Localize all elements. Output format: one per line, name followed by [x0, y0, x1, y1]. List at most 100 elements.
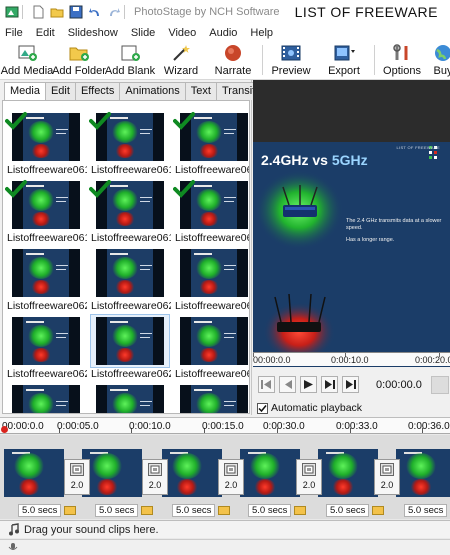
- music-note-icon: [9, 523, 19, 536]
- wizard-button[interactable]: Wizard: [160, 41, 202, 79]
- go-start-button[interactable]: [258, 376, 275, 393]
- media-item[interactable]: Listoffreeware061...: [5, 111, 87, 179]
- media-filename: Listoffreeware061...: [175, 232, 249, 244]
- menu-file[interactable]: File: [5, 27, 23, 39]
- menu-slideshow[interactable]: Slideshow: [68, 27, 118, 39]
- tab-media[interactable]: Media: [4, 82, 46, 101]
- narrate-button[interactable]: Narrate: [212, 41, 254, 79]
- media-item[interactable]: Listoffreeware061...: [5, 179, 87, 247]
- timeline-clip[interactable]: [4, 449, 64, 497]
- add-blank-button[interactable]: Add Blank: [105, 41, 155, 79]
- media-item[interactable]: Listoffreeware062...: [5, 315, 87, 383]
- timeline-clip[interactable]: [162, 449, 222, 497]
- media-item[interactable]: [5, 383, 87, 413]
- checkbox-box[interactable]: [257, 402, 268, 414]
- menu-help[interactable]: Help: [250, 27, 273, 39]
- new-file-icon[interactable]: [31, 5, 45, 19]
- buy-button[interactable]: Buy: [428, 41, 450, 79]
- media-thumbnail: [175, 383, 249, 413]
- media-item[interactable]: Listoffreeware062...: [89, 314, 171, 383]
- timeline-clip[interactable]: [318, 449, 378, 497]
- timeline-clip[interactable]: [396, 449, 450, 497]
- add-media-button[interactable]: Add Media: [1, 41, 53, 79]
- clip-duration[interactable]: 5.0 secs: [18, 504, 62, 517]
- tab-animations[interactable]: Animations: [119, 82, 186, 100]
- media-panel: Media Edit Effects Animations Text Trans…: [0, 80, 282, 415]
- media-item[interactable]: [89, 383, 171, 413]
- fullscreen-button[interactable]: [431, 376, 449, 394]
- transition-block[interactable]: 2.0: [218, 459, 244, 495]
- clip-duration[interactable]: 5.0 secs: [326, 504, 370, 517]
- timeline-ruler-label: 0:00:15.0: [202, 421, 244, 432]
- next-button[interactable]: [321, 376, 338, 393]
- previous-button[interactable]: [279, 376, 296, 393]
- preview-ruler[interactable]: 00:00:0.0 0:00:10.0 0:00:20.0: [253, 352, 450, 366]
- clip-duration[interactable]: 5.0 secs: [95, 504, 139, 517]
- media-thumbnail: [175, 315, 249, 367]
- clip-duration[interactable]: 5.0 secs: [172, 504, 216, 517]
- clip-settings-icon[interactable]: [372, 506, 384, 515]
- clip-duration[interactable]: 5.0 secs: [404, 504, 448, 517]
- preview-button[interactable]: Preview: [270, 41, 312, 79]
- playhead-marker[interactable]: [1, 426, 8, 433]
- preview-slide[interactable]: LIST OF FREEWARE 2.4GHz vs 5GHz The 2.4 …: [253, 142, 450, 376]
- toolbar-separator: [374, 45, 375, 75]
- options-button[interactable]: Options: [382, 41, 422, 79]
- transition-block[interactable]: 2.0: [142, 459, 168, 495]
- tab-effects[interactable]: Effects: [74, 82, 121, 100]
- menu-video[interactable]: Video: [168, 27, 196, 39]
- media-thumbnail: [7, 315, 85, 367]
- menu-slide[interactable]: Slide: [131, 27, 155, 39]
- media-item[interactable]: Listoffreeware061...: [89, 179, 171, 247]
- media-item[interactable]: Listoffreeware062...: [173, 315, 249, 383]
- automatic-playback-checkbox[interactable]: Automatic playback: [257, 402, 362, 414]
- clip-settings-icon[interactable]: [218, 506, 230, 515]
- media-item[interactable]: Listoffreeware061...: [173, 179, 249, 247]
- undo-icon[interactable]: [88, 5, 102, 19]
- timeline-clip[interactable]: [240, 449, 300, 497]
- timeline-clip[interactable]: [82, 449, 142, 497]
- add-folder-button[interactable]: Add Folder: [52, 41, 106, 79]
- app-icon: [5, 5, 19, 19]
- clip-settings-icon[interactable]: [141, 506, 153, 515]
- transition-block[interactable]: 2.0: [296, 459, 322, 495]
- menu-edit[interactable]: Edit: [36, 27, 55, 39]
- slide-content: LIST OF FREEWARE 2.4GHz vs 5GHz The 2.4 …: [253, 142, 450, 372]
- clip-duration[interactable]: 5.0 secs: [248, 504, 292, 517]
- audio-track[interactable]: Drag your sound clips here.: [0, 520, 450, 538]
- go-end-button[interactable]: [342, 376, 359, 393]
- tab-edit[interactable]: Edit: [44, 82, 76, 100]
- redo-icon[interactable]: [107, 5, 121, 19]
- slide-text-1: The 2.4 GHz transmits data at a slower: [346, 218, 442, 224]
- timeline-ruler-label: 0:00:30.0: [263, 421, 305, 432]
- media-item[interactable]: Listoffreeware062...: [89, 247, 171, 315]
- media-thumbnail: [7, 383, 85, 413]
- transition-block[interactable]: 2.0: [64, 459, 90, 495]
- clip-settings-icon[interactable]: [64, 506, 76, 515]
- media-item[interactable]: Listoffreeware061...: [89, 111, 171, 179]
- clip-settings-icon[interactable]: [294, 506, 306, 515]
- media-item[interactable]: Listoffreeware062.: [173, 247, 249, 315]
- menu-audio[interactable]: Audio: [209, 27, 237, 39]
- transition-block[interactable]: 2.0: [374, 459, 400, 495]
- preview-area: LIST OF FREEWARE 2.4GHz vs 5GHz The 2.4 …: [253, 80, 450, 376]
- transition-icon: [380, 463, 394, 476]
- media-item[interactable]: Listoffreeware062...: [5, 247, 87, 315]
- play-button[interactable]: [300, 376, 317, 393]
- timeline-ruler[interactable]: 00:00:0.0 0:00:05.0 0:00:10.0 0:00:15.0 …: [0, 418, 450, 434]
- save-icon[interactable]: [69, 5, 83, 19]
- timeline-ruler-label: 0:00:10.0: [129, 421, 171, 432]
- export-button[interactable]: Export: [322, 41, 366, 79]
- tab-text[interactable]: Text: [184, 82, 217, 100]
- preview-ruler-label: 0:00:10.0: [331, 355, 369, 365]
- media-thumbnail: [90, 314, 170, 368]
- window-title: PhotoStage by NCH Software: [134, 6, 280, 18]
- open-folder-icon[interactable]: [50, 5, 64, 19]
- transition-duration: 2.0: [302, 480, 316, 490]
- media-item[interactable]: Listoffreeware061...: [173, 111, 249, 179]
- options-tools-icon: [391, 43, 413, 63]
- slide-thumbnail-image: [180, 385, 248, 413]
- slide-thumbnail-image: [180, 249, 248, 297]
- transition-icon: [302, 463, 316, 476]
- media-item[interactable]: [173, 383, 249, 413]
